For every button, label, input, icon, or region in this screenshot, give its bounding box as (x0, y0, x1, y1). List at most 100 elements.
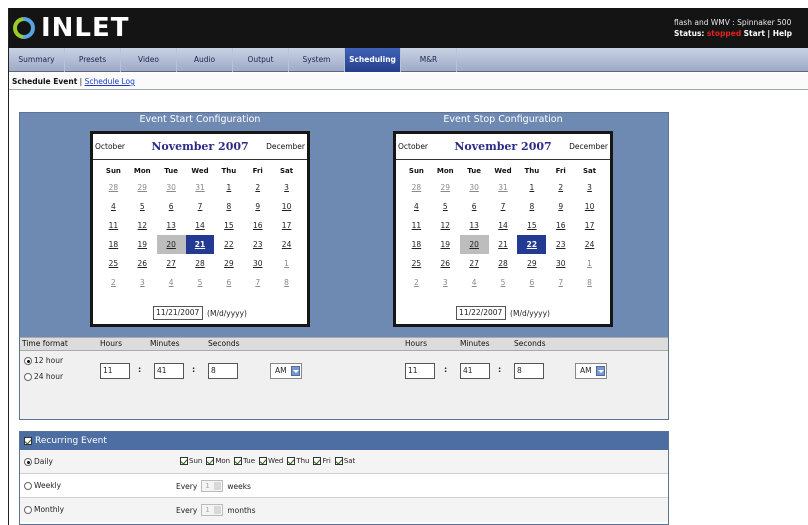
start-day-cell[interactable]: 9 (243, 197, 272, 216)
start-day-cell[interactable]: 7 (186, 197, 215, 216)
monthly-chevron-icon[interactable] (214, 506, 222, 514)
start-second-input[interactable]: 8 (208, 363, 238, 379)
stop-day-cell[interactable]: 6 (460, 197, 489, 216)
stop-day-cell[interactable]: 26 (431, 254, 460, 273)
start-day-cell[interactable]: 31 (186, 178, 215, 197)
start-day-cell[interactable]: 11 (99, 216, 128, 235)
start-ampm-select[interactable]: AM (270, 363, 302, 379)
tab-system[interactable]: System (289, 48, 345, 72)
stop-day-cell[interactable]: 16 (546, 216, 575, 235)
day-fri-checkbox[interactable] (313, 457, 322, 465)
stop-day-cell[interactable]: 8 (517, 197, 546, 216)
stop-ampm-chevron-icon[interactable] (596, 366, 605, 376)
stop-day-cell[interactable]: 4 (460, 273, 489, 292)
stop-day-cell[interactable]: 31 (489, 178, 518, 197)
radio-daily-icon[interactable] (24, 457, 32, 466)
day-sun-checkbox[interactable] (180, 457, 188, 465)
tab-output[interactable]: Output (233, 48, 289, 72)
radio-24-hour-icon[interactable] (24, 372, 32, 381)
stop-day-cell[interactable]: 12 (431, 216, 460, 235)
stop-day-cell[interactable]: 8 (575, 273, 604, 292)
start-day-cell[interactable]: 19 (128, 235, 157, 254)
tab-presets[interactable]: Presets (65, 48, 121, 72)
stop-day-cell[interactable]: 17 (575, 216, 604, 235)
start-day-cell[interactable]: 2 (99, 273, 128, 292)
stop-day-cell[interactable]: 27 (460, 254, 489, 273)
radio-24-hour[interactable]: 24 hour (24, 372, 63, 381)
tab-mr[interactable]: M&R (401, 48, 457, 72)
start-ampm-chevron-icon[interactable] (291, 366, 300, 376)
stop-day-cell[interactable]: 2 (402, 273, 431, 292)
recurring-checkbox[interactable] (24, 437, 32, 445)
start-minute-input[interactable]: 41 (154, 363, 184, 379)
day-mon-checkbox[interactable] (206, 457, 215, 465)
help-link[interactable]: | Help (767, 29, 792, 38)
weekly-interval-select[interactable]: 1 (201, 480, 224, 492)
start-day-cell[interactable]: 25 (99, 254, 128, 273)
weekly-chevron-icon[interactable] (214, 482, 222, 490)
stop-day-cell[interactable]: 4 (402, 197, 431, 216)
tab-summary[interactable]: Summary (9, 48, 65, 72)
start-day-cell[interactable]: 29 (214, 254, 243, 273)
tab-scheduling[interactable]: Scheduling (345, 48, 401, 72)
start-day-cell[interactable]: 6 (214, 273, 243, 292)
stop-day-cell[interactable]: 7 (546, 273, 575, 292)
stop-prev-month[interactable]: October (398, 142, 446, 151)
start-day-cell[interactable]: 4 (157, 273, 186, 292)
day-tue-checkbox[interactable] (234, 457, 243, 465)
stop-minute-input[interactable]: 41 (460, 363, 490, 379)
stop-day-cell[interactable]: 13 (460, 216, 489, 235)
tab-video[interactable]: Video (121, 48, 177, 72)
stop-day-cell[interactable]: 1 (575, 254, 604, 273)
start-day-cell[interactable]: 23 (243, 235, 272, 254)
start-day-cell[interactable]: 27 (157, 254, 186, 273)
stop-day-cell[interactable]: 30 (460, 178, 489, 197)
start-day-cell[interactable]: 14 (186, 216, 215, 235)
start-day-cell[interactable]: 30 (157, 178, 186, 197)
stop-day-cell[interactable]: 22 (517, 235, 547, 254)
stop-day-cell[interactable]: 20 (459, 235, 489, 254)
stop-day-cell[interactable]: 25 (402, 254, 431, 273)
stop-day-cell[interactable]: 28 (489, 254, 518, 273)
stop-next-month[interactable]: December (560, 142, 608, 151)
start-link[interactable]: Start (744, 29, 765, 38)
start-hour-input[interactable]: 11 (100, 363, 130, 379)
day-wed-checkbox[interactable] (259, 457, 268, 465)
start-day-cell[interactable]: 28 (186, 254, 215, 273)
stop-day-cell[interactable]: 10 (575, 197, 604, 216)
start-day-cell[interactable]: 29 (128, 178, 157, 197)
stop-day-cell[interactable]: 18 (402, 235, 431, 254)
stop-day-cell[interactable]: 3 (575, 178, 604, 197)
start-day-cell[interactable]: 13 (157, 216, 186, 235)
start-day-cell[interactable]: 15 (214, 216, 243, 235)
stop-day-cell[interactable]: 19 (431, 235, 460, 254)
start-day-cell[interactable]: 1 (214, 178, 243, 197)
start-day-cell[interactable]: 1 (272, 254, 301, 273)
stop-hour-input[interactable]: 11 (405, 363, 435, 379)
radio-weekly-icon[interactable] (24, 481, 32, 490)
stop-day-cell[interactable]: 5 (431, 197, 460, 216)
stop-day-cell[interactable]: 9 (546, 197, 575, 216)
start-day-cell[interactable]: 30 (243, 254, 272, 273)
radio-monthly-icon[interactable] (24, 505, 32, 514)
stop-day-cell[interactable]: 3 (431, 273, 460, 292)
monthly-interval-select[interactable]: 1 (201, 504, 224, 516)
start-day-cell[interactable]: 20 (156, 235, 186, 254)
start-day-cell[interactable]: 3 (128, 273, 157, 292)
start-prev-month[interactable]: October (95, 142, 143, 151)
stop-day-cell[interactable]: 7 (489, 197, 518, 216)
stop-day-cell[interactable]: 23 (546, 235, 575, 254)
recurring-header[interactable]: Recurring Event (20, 432, 668, 450)
start-day-cell[interactable]: 8 (272, 273, 301, 292)
start-day-cell[interactable]: 24 (272, 235, 301, 254)
start-day-cell[interactable]: 16 (243, 216, 272, 235)
stop-day-cell[interactable]: 28 (402, 178, 431, 197)
start-day-cell[interactable]: 6 (157, 197, 186, 216)
start-day-cell[interactable]: 5 (186, 273, 215, 292)
start-day-cell[interactable]: 21 (185, 235, 215, 254)
stop-day-cell[interactable]: 15 (517, 216, 546, 235)
stop-day-cell[interactable]: 29 (517, 254, 546, 273)
stop-day-cell[interactable]: 2 (546, 178, 575, 197)
stop-day-cell[interactable]: 30 (546, 254, 575, 273)
start-day-cell[interactable]: 26 (128, 254, 157, 273)
